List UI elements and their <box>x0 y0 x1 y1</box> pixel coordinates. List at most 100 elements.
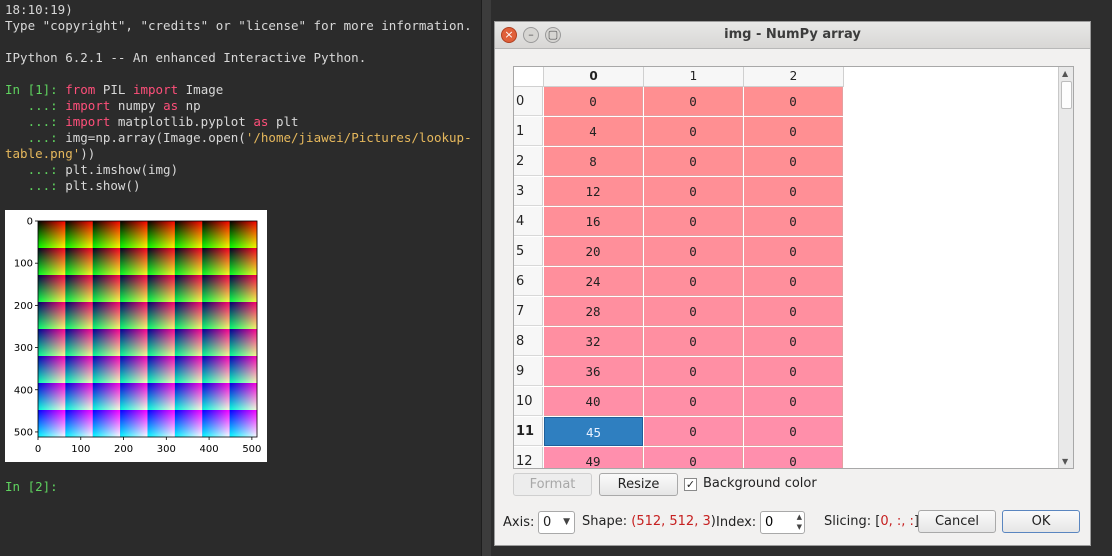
y-tick-label: 400 <box>14 385 33 396</box>
selected-cell[interactable]: 45 <box>544 417 643 446</box>
scrollbar-thumb[interactable] <box>1061 81 1072 109</box>
image-tile-overlay <box>229 329 258 357</box>
table-cell[interactable]: 0 <box>744 147 843 176</box>
table-cell[interactable]: 0 <box>744 117 843 146</box>
axis-label: Axis: <box>503 515 535 530</box>
image-tile-overlay <box>229 383 258 411</box>
image-tile-overlay <box>38 248 66 276</box>
spin-up-icon[interactable]: ▲ <box>797 513 802 521</box>
chevron-down-icon: ▼ <box>563 517 570 527</box>
table-cell[interactable]: 40 <box>544 387 643 416</box>
table-cell[interactable]: 0 <box>744 297 843 326</box>
table-cell[interactable]: 8 <box>544 147 643 176</box>
row-header-10[interactable]: 10 <box>514 387 543 416</box>
image-tile-overlay <box>65 221 94 249</box>
row-header-2[interactable]: 2 <box>514 147 543 176</box>
table-cell[interactable]: 0 <box>644 387 743 416</box>
spin-down-icon[interactable]: ▼ <box>797 523 802 531</box>
row-header-1[interactable]: 1 <box>514 117 543 146</box>
table-cell[interactable]: 0 <box>644 357 743 386</box>
column-header-1[interactable]: 1 <box>644 67 744 87</box>
image-tile-overlay <box>120 302 148 330</box>
row-header-0[interactable]: 0 <box>514 87 543 116</box>
table-cell[interactable]: 0 <box>744 417 843 446</box>
index-input[interactable] <box>763 514 801 531</box>
table-cell[interactable]: 0 <box>644 327 743 356</box>
row-header-9[interactable]: 9 <box>514 357 543 386</box>
title-bar[interactable]: × – ▢ img - NumPy array <box>495 22 1090 49</box>
table-cell[interactable]: 16 <box>544 207 643 236</box>
image-tile-overlay <box>38 383 66 411</box>
table-cell[interactable]: 12 <box>544 177 643 206</box>
ipython-console[interactable]: 18:10:19) Type "copyright", "credits" or… <box>0 0 481 556</box>
cancel-button[interactable]: Cancel <box>918 510 996 533</box>
image-tile-overlay <box>147 383 176 411</box>
row-header-6[interactable]: 6 <box>514 267 543 296</box>
row-header-11[interactable]: 11 <box>514 417 543 446</box>
scroll-up-icon[interactable]: ▲ <box>1062 69 1068 78</box>
table-cell[interactable]: 0 <box>744 207 843 236</box>
table-cell[interactable]: 0 <box>744 357 843 386</box>
image-tile-overlay <box>92 248 121 276</box>
column-header-2[interactable]: 2 <box>744 67 844 87</box>
table-cell[interactable]: 0 <box>644 207 743 236</box>
table-cell[interactable]: 0 <box>644 147 743 176</box>
console-line: Type "copyright", "credits" or "license"… <box>5 18 472 33</box>
table-cell[interactable]: 0 <box>744 267 843 296</box>
column-header-0[interactable]: 0 <box>544 67 644 87</box>
row-header-12[interactable]: 12 <box>514 447 543 468</box>
table-cell[interactable]: 0 <box>644 177 743 206</box>
axis-select[interactable]: 0 ▼ <box>538 511 575 534</box>
scroll-down-icon[interactable]: ▼ <box>1062 457 1068 466</box>
row-header-5[interactable]: 5 <box>514 237 543 266</box>
table-cell[interactable]: 0 <box>744 327 843 356</box>
table-cell[interactable]: 0 <box>644 237 743 266</box>
image-tile-overlay <box>202 329 230 357</box>
row-header-3[interactable]: 3 <box>514 177 543 206</box>
table-cell[interactable]: 49 <box>544 447 643 468</box>
array-table[interactable]: 012 0 0 0 0 1 4 0 0 2 8 0 0 3 12 0 0 4 16 0 0 5 20 0 0 6 24 0 0 7 28 0… <box>513 66 1074 469</box>
table-cell[interactable]: 32 <box>544 327 643 356</box>
code-line-1: In [1]: from PIL import Image <box>5 82 224 97</box>
vertical-scrollbar[interactable]: ▲ ▼ <box>1058 67 1073 468</box>
slicing-info: Slicing: [0, :, :] <box>824 514 919 529</box>
console-line: 18:10:19) <box>5 2 73 17</box>
table-cell[interactable]: 0 <box>644 117 743 146</box>
image-tile-overlay <box>120 410 148 438</box>
row-header-4[interactable]: 4 <box>514 207 543 236</box>
ok-button[interactable]: OK <box>1002 510 1080 533</box>
row-header-8[interactable]: 8 <box>514 327 543 356</box>
continuation-prompt: ...: <box>5 178 66 193</box>
table-cell[interactable]: 0 <box>744 447 843 468</box>
table-cell[interactable]: 24 <box>544 267 643 296</box>
index-spinbox[interactable]: ▲ ▼ <box>760 511 805 534</box>
image-tile-overlay <box>174 248 203 276</box>
table-cell[interactable]: 0 <box>744 177 843 206</box>
resize-button[interactable]: Resize <box>599 473 678 496</box>
table-cell[interactable]: 0 <box>744 87 843 116</box>
image-tile-overlay <box>229 248 258 276</box>
table-cell[interactable]: 0 <box>644 267 743 296</box>
x-tick-label: 400 <box>200 444 219 455</box>
console-line: IPython 6.2.1 -- An enhanced Interactive… <box>5 50 367 65</box>
input-prompt-2[interactable]: In [2]: <box>5 479 65 495</box>
image-tile-overlay <box>229 410 258 438</box>
table-cell[interactable]: 20 <box>544 237 643 266</box>
table-cell[interactable]: 28 <box>544 297 643 326</box>
table-cell[interactable]: 36 <box>544 357 643 386</box>
image-tile-overlay <box>174 383 203 411</box>
table-cell[interactable]: 0 <box>744 237 843 266</box>
table-cell[interactable]: 0 <box>544 87 643 116</box>
format-button[interactable]: Format <box>513 473 592 496</box>
background-color-checkbox[interactable]: ✓ <box>684 478 697 491</box>
table-cell[interactable]: 0 <box>744 387 843 416</box>
table-cell[interactable]: 4 <box>544 117 643 146</box>
table-cell[interactable]: 0 <box>644 417 743 446</box>
row-header-7[interactable]: 7 <box>514 297 543 326</box>
y-tick-label: 500 <box>14 427 33 438</box>
table-cell[interactable]: 0 <box>644 447 743 468</box>
table-cell[interactable]: 0 <box>644 87 743 116</box>
table-cell[interactable]: 0 <box>644 297 743 326</box>
x-tick-label: 100 <box>71 444 90 455</box>
image-tile-overlay <box>65 383 94 411</box>
